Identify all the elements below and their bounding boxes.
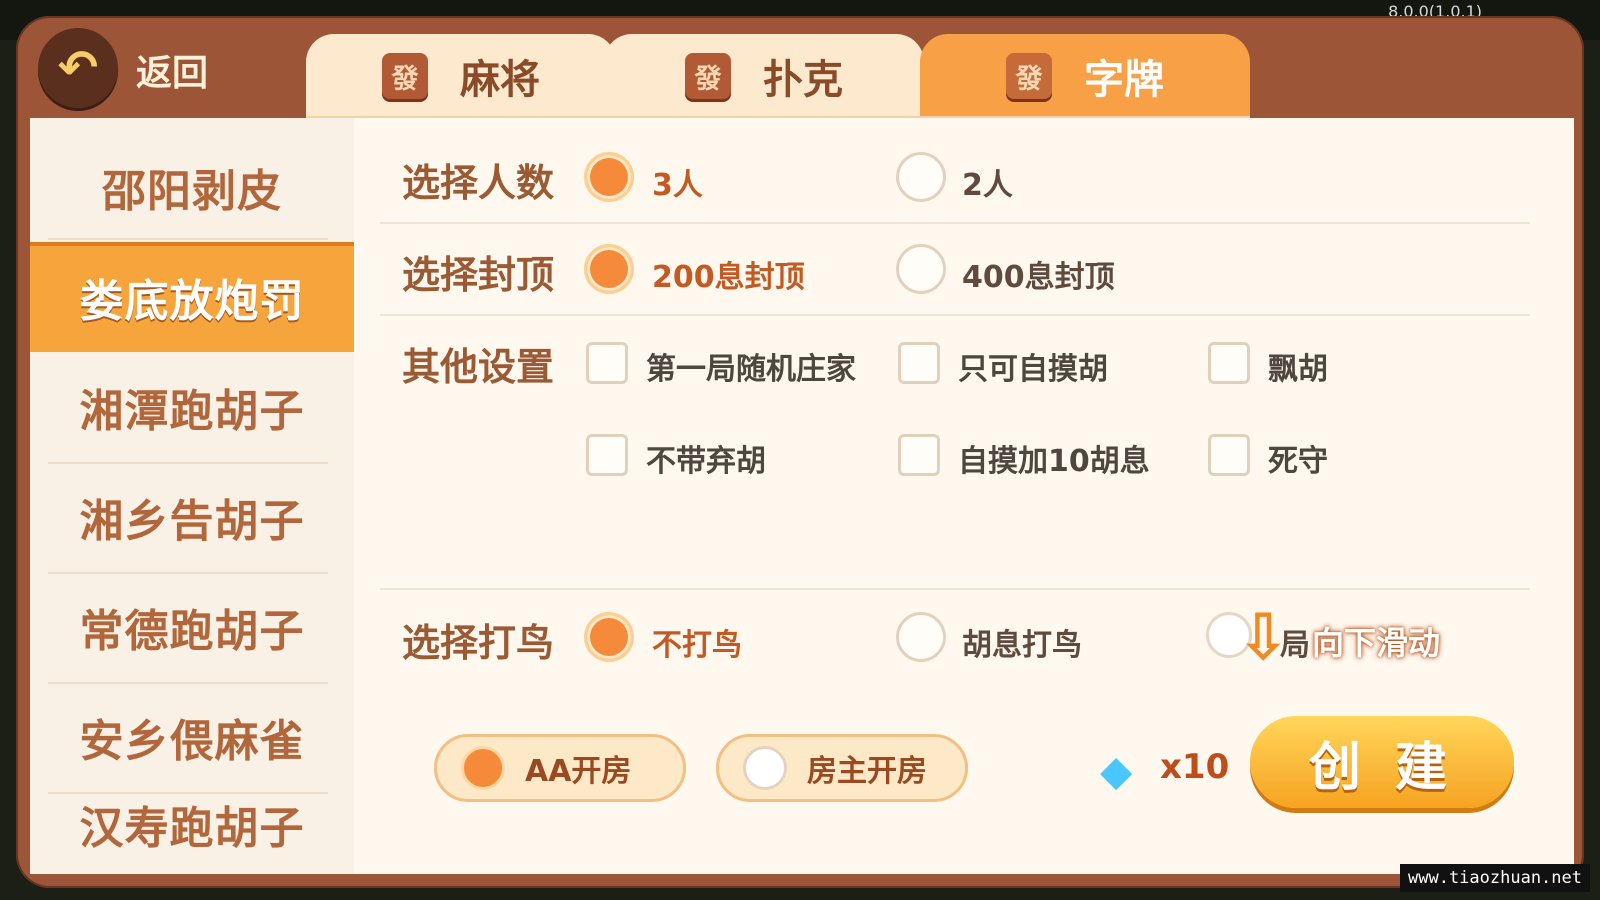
radio-dot <box>461 746 505 790</box>
players-radio-3[interactable] <box>584 152 634 202</box>
option-self-draw-only[interactable]: 只可自摸胡 <box>958 344 1108 388</box>
aa-room-label: AA开房 <box>525 754 632 789</box>
scroll-hint: 向下滑动 <box>1312 624 1441 662</box>
row-divider <box>380 588 1530 590</box>
option-no-discard-hu[interactable]: 不带弃胡 <box>646 436 766 480</box>
sidebar-item-shaoyang[interactable]: 邵阳剥皮 <box>30 132 354 242</box>
back-label[interactable]: 返回 <box>136 44 208 96</box>
cap-option-200[interactable]: 200息封顶 <box>652 252 805 296</box>
bird-option-none[interactable]: 不打鸟 <box>652 620 742 664</box>
cap-label: 选择封顶 <box>402 253 555 297</box>
radio-dot <box>743 746 787 790</box>
create-button[interactable]: 创 建 <box>1250 716 1514 808</box>
mahjong-tile-icon: 發 <box>685 53 731 99</box>
bird-radio-huxi[interactable] <box>896 612 946 662</box>
down-arrow-icon: ⇩ <box>1236 601 1290 675</box>
tab-poker[interactable]: 發 扑克 <box>604 34 924 118</box>
option-first-random-banker[interactable]: 第一局随机庄家 <box>646 344 856 388</box>
sidebar-item-anxiang[interactable]: 安乡偎麻雀 <box>30 682 354 792</box>
sidebar-item-changde[interactable]: 常德跑胡子 <box>30 572 354 682</box>
bird-option-huxi[interactable]: 胡息打鸟 <box>962 620 1082 664</box>
diamond-icon: ◆ <box>1100 746 1133 795</box>
players-option-3[interactable]: 3人 <box>652 160 703 204</box>
players-option-2[interactable]: 2人 <box>962 160 1013 204</box>
host-room-button[interactable]: 房主开房 <box>716 734 968 802</box>
cap-radio-200[interactable] <box>584 244 634 294</box>
mahjong-tile-icon: 發 <box>1006 53 1052 99</box>
option-self-draw-plus10[interactable]: 自摸加10胡息 <box>958 436 1150 480</box>
tab-label: 麻将 <box>460 57 540 103</box>
tab-mahjong[interactable]: 發 麻将 <box>306 34 616 118</box>
players-radio-2[interactable] <box>896 152 946 202</box>
checkbox-sishou[interactable] <box>1208 434 1250 476</box>
tab-zipai[interactable]: 發 字牌 <box>920 34 1250 118</box>
players-label: 选择人数 <box>402 161 555 205</box>
sidebar-item-xiangxiang[interactable]: 湘乡告胡子 <box>30 462 354 572</box>
aa-room-button[interactable]: AA开房 <box>434 734 686 802</box>
bird-radio-none[interactable] <box>584 612 634 662</box>
diamond-cost: x10 <box>1160 747 1230 787</box>
option-piaohu[interactable]: 飘胡 <box>1268 344 1328 388</box>
checkbox-self-draw-only[interactable] <box>898 342 940 384</box>
bird-label: 选择打鸟 <box>402 621 555 665</box>
sidebar-divider <box>48 238 328 240</box>
back-button[interactable]: ↶ <box>38 28 118 108</box>
checkbox-no-discard-hu[interactable] <box>586 434 628 476</box>
back-arrow-icon: ↶ <box>57 40 99 96</box>
checkbox-first-random-banker[interactable] <box>586 342 628 384</box>
tab-label: 字牌 <box>1084 57 1164 103</box>
host-room-label: 房主开房 <box>807 754 927 789</box>
checkbox-piaohu[interactable] <box>1208 342 1250 384</box>
other-settings-label: 其他设置 <box>402 345 555 389</box>
tab-label: 扑克 <box>763 57 843 103</box>
row-divider <box>380 314 1530 316</box>
sidebar-item-loudi[interactable]: 娄底放炮罚 <box>30 242 354 352</box>
checkbox-self-draw-plus10[interactable] <box>898 434 940 476</box>
row-divider <box>380 222 1530 224</box>
sidebar-item-xiangtan[interactable]: 湘潭跑胡子 <box>30 352 354 462</box>
sidebar-item-hanshou[interactable]: 汉寿跑胡子 <box>30 792 354 852</box>
watermark: www.tiaozhuan.net <box>1400 864 1590 892</box>
cap-radio-400[interactable] <box>896 244 946 294</box>
mahjong-tile-icon: 發 <box>382 53 428 99</box>
cap-option-400[interactable]: 400息封顶 <box>962 252 1115 296</box>
option-sishou[interactable]: 死守 <box>1268 436 1328 480</box>
